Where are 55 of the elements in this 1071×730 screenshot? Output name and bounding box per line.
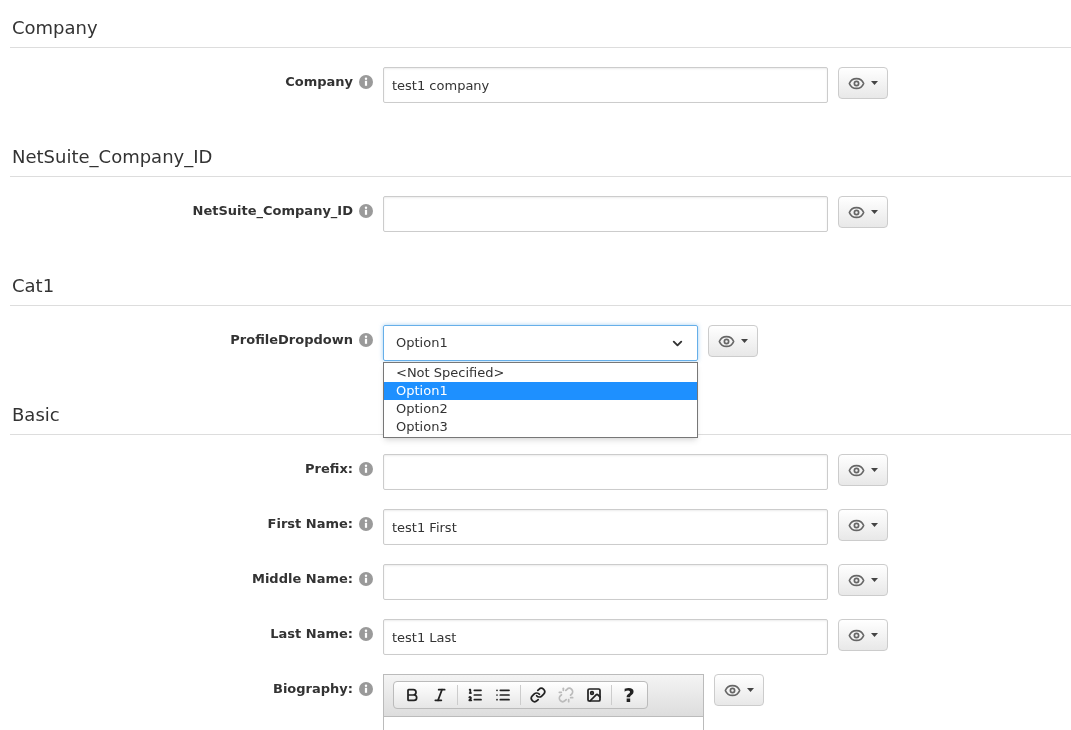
ordered-list-icon <box>467 687 483 703</box>
field-label: ProfileDropdown <box>230 331 353 350</box>
field-label: NetSuite_Company_ID <box>192 202 353 221</box>
field-label: Biography: <box>272 680 353 699</box>
caret-icon <box>871 633 878 637</box>
info-icon <box>359 572 373 586</box>
info-icon <box>359 682 373 696</box>
image-icon <box>586 687 602 703</box>
caret-icon <box>871 81 878 85</box>
visibility-dropdown-button[interactable] <box>838 196 888 228</box>
section-heading: NetSuite_Company_ID <box>12 145 213 169</box>
visibility-dropdown-button[interactable] <box>838 564 888 596</box>
text-input[interactable] <box>383 454 828 490</box>
dropdown-option[interactable]: Option2 <box>384 400 697 418</box>
info-icon <box>359 333 373 347</box>
info-icon <box>359 517 373 531</box>
caret-icon <box>871 578 878 582</box>
italic-icon <box>432 687 448 703</box>
dropdown-option[interactable]: Option3 <box>384 418 697 436</box>
section-heading: Company <box>12 16 98 40</box>
field-label: Prefix: <box>305 460 353 479</box>
info-icon <box>359 204 373 218</box>
caret-icon <box>741 339 748 343</box>
caret-icon <box>871 523 878 527</box>
bullet-list-icon <box>495 687 511 703</box>
visibility-dropdown-button[interactable] <box>838 509 888 541</box>
help-button[interactable]: ? <box>615 683 643 707</box>
bold-icon <box>404 687 420 703</box>
text-input[interactable]: test1 company <box>383 67 828 103</box>
info-icon <box>359 627 373 641</box>
caret-icon <box>871 468 878 472</box>
profile-select[interactable]: Option1 <box>383 325 698 361</box>
info-icon <box>359 75 373 89</box>
field-label: Middle Name: <box>251 570 353 589</box>
section-heading: Cat1 <box>12 274 55 298</box>
section-heading: Basic <box>12 403 60 427</box>
field-label: Last Name: <box>270 625 353 644</box>
text-input[interactable] <box>383 196 828 232</box>
visibility-dropdown-button[interactable] <box>708 325 758 357</box>
text-input[interactable]: test1 Last <box>383 619 828 655</box>
field-label: Company <box>285 73 353 92</box>
caret-icon <box>747 688 754 692</box>
visibility-dropdown-button[interactable] <box>714 674 764 706</box>
visibility-dropdown-button[interactable] <box>838 67 888 99</box>
visibility-dropdown-button[interactable] <box>838 454 888 486</box>
visibility-dropdown-button[interactable] <box>838 619 888 651</box>
link-icon <box>530 687 546 703</box>
field-label: First Name: <box>267 515 353 534</box>
text-input[interactable]: test1 First <box>383 509 828 545</box>
text-input[interactable] <box>383 564 828 600</box>
unlink-icon <box>558 687 574 703</box>
rich-text-editor[interactable]: ? <box>383 674 704 730</box>
dropdown-option[interactable]: <Not Specified> <box>384 364 697 382</box>
caret-icon <box>871 210 878 214</box>
info-icon <box>359 462 373 476</box>
